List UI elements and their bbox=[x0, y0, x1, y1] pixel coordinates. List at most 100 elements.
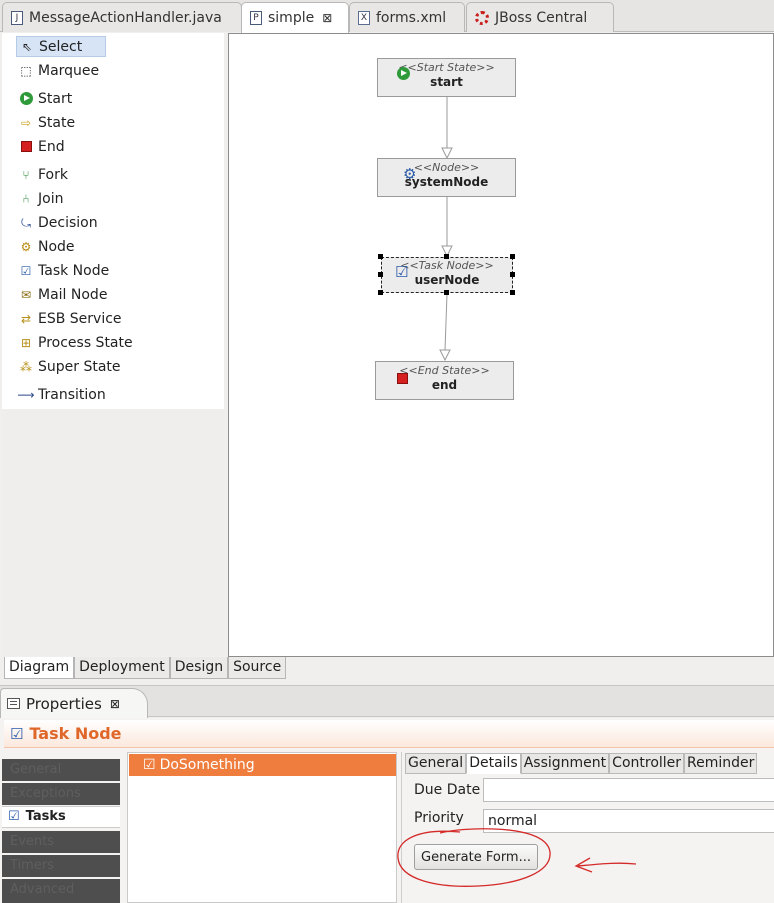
selection-handle[interactable] bbox=[510, 272, 515, 277]
node-stereotype: <<Node>> bbox=[413, 161, 480, 174]
tab-source[interactable]: Source bbox=[228, 657, 287, 679]
transition-arrow-icon: ⟶ bbox=[17, 387, 35, 402]
decision-icon: ⤿ bbox=[21, 215, 31, 230]
tab-label: forms.xml bbox=[376, 9, 447, 26]
selection-handle[interactable] bbox=[444, 290, 449, 295]
palette-item-select[interactable]: ⇖ Select bbox=[16, 36, 106, 57]
palette-item-transition[interactable]: ⟶ Transition bbox=[16, 384, 110, 405]
properties-title: Properties bbox=[26, 694, 102, 713]
palette-item-super-state[interactable]: ⁂ Super State bbox=[16, 356, 125, 377]
gear-icon: ⚙ bbox=[403, 165, 417, 183]
palette-item-mail-node[interactable]: ✉ Mail Node bbox=[16, 284, 111, 305]
generate-form-button[interactable]: Generate Form... bbox=[414, 844, 538, 870]
properties-header: ☑ Task Node bbox=[4, 720, 774, 748]
palette-item-state[interactable]: ⇨ State bbox=[16, 112, 79, 133]
process-state-icon: ⊞ bbox=[20, 335, 32, 350]
pointer-icon: ⇖ bbox=[21, 39, 33, 54]
jboss-icon bbox=[475, 10, 489, 25]
selection-handle[interactable] bbox=[378, 290, 383, 295]
tab-jboss-central[interactable]: JBoss Central bbox=[466, 2, 614, 32]
palette-item-start[interactable]: Start bbox=[16, 88, 76, 109]
selection-handle[interactable] bbox=[444, 254, 449, 259]
esb-service-icon: ⇄ bbox=[20, 311, 32, 326]
palette-empty-area bbox=[2, 409, 224, 656]
palette-item-label: Start bbox=[38, 90, 73, 107]
detail-tabs: General Details Assignment Controller Re… bbox=[405, 753, 758, 774]
tab-deployment[interactable]: Deployment bbox=[74, 657, 170, 679]
task-node-icon: ☑ bbox=[20, 263, 32, 278]
list-item[interactable]: ☑ DoSomething bbox=[129, 754, 396, 776]
palette-item-label: Super State bbox=[38, 358, 121, 375]
selection-handle[interactable] bbox=[510, 290, 515, 295]
tab-reminder[interactable]: Reminder bbox=[684, 753, 758, 774]
diagram-canvas[interactable] bbox=[228, 33, 774, 657]
properties-icon bbox=[7, 698, 20, 709]
palette-item-fork[interactable]: ⑂ Fork bbox=[16, 164, 72, 185]
palette-item-process-state[interactable]: ⊞ Process State bbox=[16, 332, 137, 353]
palette-item-node[interactable]: ⚙ Node bbox=[16, 236, 79, 257]
close-icon[interactable]: ⊠ bbox=[110, 697, 120, 711]
tab-general[interactable]: General bbox=[405, 753, 467, 774]
category-general[interactable]: General bbox=[2, 759, 120, 781]
task-list: ☑ DoSomething bbox=[127, 752, 397, 903]
super-state-icon: ⁂ bbox=[20, 359, 32, 374]
category-tasks[interactable]: ☑ Tasks bbox=[2, 806, 120, 828]
fork-icon: ⑂ bbox=[22, 167, 30, 182]
task-node-icon: ☑ bbox=[395, 263, 409, 281]
palette-item-decision[interactable]: ⤿ Decision bbox=[16, 212, 102, 233]
palette-item-label: ESB Service bbox=[38, 310, 122, 327]
tab-details[interactable]: Details bbox=[466, 753, 521, 774]
task-node-icon: ☑ bbox=[8, 809, 20, 824]
selection-handle[interactable] bbox=[378, 254, 383, 259]
palette-item-esb-service[interactable]: ⇄ ESB Service bbox=[16, 308, 126, 329]
category-label: Tasks bbox=[25, 809, 66, 824]
task-node-icon: ☑ bbox=[10, 724, 24, 743]
tab-controller[interactable]: Controller bbox=[609, 753, 685, 774]
tab-message-action-handler[interactable]: J MessageActionHandler.java bbox=[2, 2, 242, 32]
palette-item-marquee[interactable]: ⬚ Marquee bbox=[16, 60, 103, 81]
editor-tab-bar: J MessageActionHandler.java P simple ⊠ X… bbox=[0, 0, 774, 33]
palette-item-label: State bbox=[38, 114, 76, 131]
palette-item-label: Node bbox=[38, 238, 75, 255]
tab-diagram[interactable]: Diagram bbox=[4, 657, 75, 679]
task-label: DoSomething bbox=[159, 757, 255, 773]
tab-assignment[interactable]: Assignment bbox=[520, 753, 610, 774]
node-user-node[interactable]: ☑ <<Task Node>> userNode bbox=[381, 257, 513, 293]
start-icon bbox=[397, 67, 410, 84]
tab-simple[interactable]: P simple ⊠ bbox=[241, 2, 349, 33]
java-file-icon: J bbox=[11, 10, 23, 25]
selection-handle[interactable] bbox=[378, 272, 383, 277]
priority-field[interactable] bbox=[483, 809, 774, 833]
palette-item-label: Select bbox=[39, 38, 83, 55]
task-node-icon: ☑ bbox=[143, 757, 156, 773]
close-icon[interactable]: ⊠ bbox=[322, 11, 332, 25]
gear-icon: ⚙ bbox=[20, 239, 32, 254]
selection-handle[interactable] bbox=[510, 254, 515, 259]
palette-item-task-node[interactable]: ☑ Task Node bbox=[16, 260, 113, 281]
node-system-node[interactable]: ⚙ <<Node>> systemNode bbox=[377, 158, 516, 197]
palette-item-label: Task Node bbox=[38, 262, 110, 279]
category-timers[interactable]: Timers bbox=[2, 855, 120, 877]
process-file-icon: P bbox=[250, 11, 262, 25]
node-end[interactable]: <<End State>> end bbox=[375, 361, 514, 400]
tab-design[interactable]: Design bbox=[169, 657, 229, 679]
end-icon bbox=[397, 372, 408, 388]
tab-label: simple bbox=[268, 10, 315, 26]
tab-label: MessageActionHandler.java bbox=[29, 9, 222, 26]
palette-item-end[interactable]: End bbox=[16, 136, 69, 157]
due-date-field[interactable] bbox=[483, 778, 774, 802]
palette-item-join[interactable]: ⑃ Join bbox=[16, 188, 67, 209]
mail-node-icon: ✉ bbox=[20, 287, 32, 302]
category-advanced[interactable]: Advanced bbox=[2, 879, 120, 903]
node-start[interactable]: <<Start State>> start bbox=[377, 58, 516, 97]
category-exceptions[interactable]: Exceptions bbox=[2, 783, 120, 805]
priority-label: Priority bbox=[414, 810, 464, 826]
palette-item-label: Mail Node bbox=[38, 286, 108, 303]
start-icon bbox=[18, 91, 34, 107]
palette-item-label: Transition bbox=[38, 386, 106, 403]
marquee-icon: ⬚ bbox=[20, 63, 32, 78]
tab-properties[interactable]: Properties ⊠ bbox=[0, 688, 148, 718]
tab-forms-xml[interactable]: X forms.xml bbox=[349, 2, 465, 32]
palette-item-label: End bbox=[38, 138, 65, 155]
category-events[interactable]: Events bbox=[2, 831, 120, 853]
